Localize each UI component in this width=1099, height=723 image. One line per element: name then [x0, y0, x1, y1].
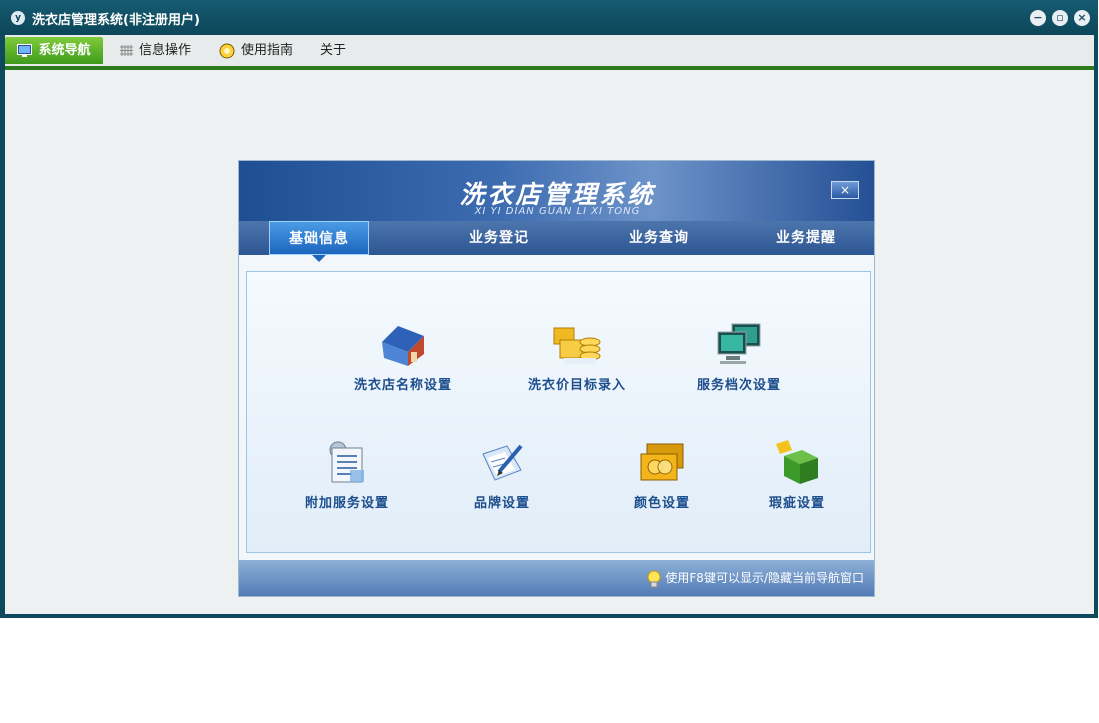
- dialog-footer: 使用F8键可以显示/隐藏当前导航窗口: [239, 560, 874, 596]
- restore-icon[interactable]: ▫: [1052, 10, 1068, 26]
- tile-shop-name[interactable]: 洗衣店名称设置: [343, 322, 463, 393]
- menu-label: 系统导航: [38, 43, 91, 58]
- pen-paper-icon: [482, 444, 523, 481]
- tile-price-entry[interactable]: 洗衣价目标录入: [517, 322, 637, 393]
- tile-label: 洗衣店名称设置: [353, 378, 452, 393]
- tile-label: 瑕疵设置: [768, 496, 825, 511]
- navigation-dialog: 洗衣店管理系统 XI YI DIAN GUAN LI XI TONG × 基础信…: [238, 160, 875, 597]
- dialog-close-button[interactable]: ×: [831, 181, 859, 199]
- f8-tip: 使用F8键可以显示/隐藏当前导航窗口: [647, 569, 864, 588]
- menu-label: 关于: [320, 43, 347, 58]
- tab-pointer: [312, 255, 326, 262]
- computers-icon: [717, 323, 761, 364]
- menu-item-about[interactable]: 关于: [320, 37, 346, 64]
- tile-label: 服务档次设置: [696, 378, 781, 393]
- coins-icon: [553, 327, 601, 364]
- menu-item-system-nav[interactable]: 系统导航: [5, 37, 103, 64]
- menu-label: 信息操作: [139, 43, 192, 58]
- tile-label: 附加服务设置: [304, 496, 389, 511]
- tile-label: 洗衣价目标录入: [527, 378, 626, 393]
- help-icon: [219, 43, 235, 58]
- app-logo-icon: y: [11, 11, 25, 25]
- lightbulb-icon: [647, 570, 661, 587]
- house-icon: [382, 326, 424, 366]
- menu-bar: 系统导航 信息操作 使用指南 关于: [5, 35, 1094, 70]
- tile-panel: 洗衣店名称设置 洗衣价目标录入 服务档次设置 附加服务设置 品牌设置 颜色设置 …: [246, 271, 871, 553]
- grid-icon: [120, 45, 133, 56]
- dialog-tab-bar: 基础信息 业务登记 业务查询 业务提醒: [239, 221, 874, 255]
- document-gear-icon: [329, 441, 364, 483]
- tile-label: 颜色设置: [633, 496, 690, 511]
- close-icon[interactable]: ×: [1074, 10, 1090, 26]
- tip-text: 使用F8键可以显示/隐藏当前导航窗口: [665, 571, 864, 585]
- menu-item-info-ops[interactable]: 信息操作: [120, 37, 191, 64]
- tile-extra-service[interactable]: 附加服务设置: [292, 440, 402, 511]
- dialog-subtitle: XI YI DIAN GUAN LI XI TONG: [474, 206, 641, 217]
- menu-label: 使用指南: [241, 43, 294, 58]
- gold-card-icon: [640, 443, 684, 481]
- monitor-icon: [17, 44, 33, 57]
- green-cube-icon: [776, 440, 818, 484]
- window-title: 洗衣店管理系统(非注册用户): [32, 13, 200, 28]
- dialog-header[interactable]: 洗衣店管理系统 XI YI DIAN GUAN LI XI TONG ×: [239, 161, 874, 221]
- tab-business-query[interactable]: 业务查询: [609, 221, 709, 255]
- tile-color[interactable]: 颜色设置: [622, 440, 702, 511]
- tile-service-level[interactable]: 服务档次设置: [679, 322, 799, 393]
- tile-defect[interactable]: 瑕疵设置: [757, 440, 837, 511]
- tab-business-register[interactable]: 业务登记: [449, 221, 549, 255]
- menu-item-user-guide[interactable]: 使用指南: [219, 37, 293, 64]
- minimize-icon[interactable]: −: [1030, 10, 1046, 26]
- title-bar[interactable]: y 洗衣店管理系统(非注册用户) − ▫ ×: [0, 0, 1098, 35]
- tile-label: 品牌设置: [473, 496, 530, 511]
- tile-brand[interactable]: 品牌设置: [457, 440, 547, 511]
- tab-basic-info[interactable]: 基础信息: [269, 221, 369, 255]
- tab-business-reminder[interactable]: 业务提醒: [756, 221, 856, 255]
